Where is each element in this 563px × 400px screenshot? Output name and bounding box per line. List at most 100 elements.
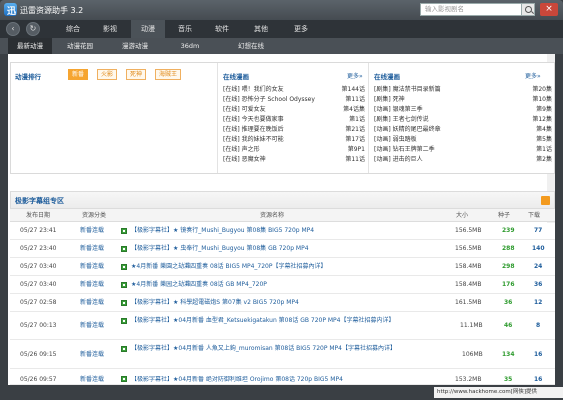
row-title[interactable]: 【极影字幕社】★ 虫奉行_Mushi_Bugyou 第08集 GB 720p M… [131, 245, 441, 253]
app-logo-icon: 迅 [4, 3, 17, 17]
list-item[interactable]: [动画] 银魂第三季 [374, 105, 514, 114]
download-icon[interactable] [121, 346, 127, 352]
download-icon[interactable] [121, 264, 127, 270]
list-item[interactable]: [动画] 妖精的尾巴最终章 [374, 125, 514, 134]
tag-bleach[interactable]: 死神 [126, 69, 147, 80]
list-item[interactable]: [动画] 弱虫踏板 [374, 135, 514, 144]
tab-mangaroam[interactable]: 漫游动漫 [110, 38, 160, 54]
rss-icon[interactable] [541, 196, 550, 205]
col-date[interactable]: 发布日期 [26, 209, 50, 222]
table-row[interactable]: 05/27 02:58 新番连载 【极影字幕社】★ 科學超電磁炮S 第07集 v… [10, 294, 555, 312]
row-size: 156.5MB [455, 245, 482, 252]
list-item[interactable]: [在线] 喂！我们的女友 [223, 85, 328, 94]
download-icon[interactable] [121, 300, 127, 306]
col-downloads[interactable]: 下载 [528, 209, 540, 222]
anime-rank-column: 动漫排行 新番 火影 死神 海贼王 [11, 63, 218, 173]
row-size: 156.5MB [455, 227, 482, 234]
status-bar: http://www.hackhome.com[网侠]提供 [0, 385, 563, 400]
row-title[interactable]: 【极影字幕社】★04月新番 血型君_Ketsuekigatakun 第08话 G… [131, 317, 446, 325]
row-category[interactable]: 新番连载 [80, 245, 104, 253]
row-downloads: 16 [534, 351, 543, 358]
row-title[interactable]: 【极影字幕社】★04月新番 人魚又上鉤_muromisan 第08话 BIG5 … [131, 345, 446, 353]
list-item-ep: 第21话 [345, 126, 365, 133]
search-icon[interactable] [521, 3, 535, 16]
tag-onepiece[interactable]: 海贼王 [155, 69, 182, 80]
row-title[interactable]: ★4月新番 樂園之劫灘四重奏 08话 BIG5 MP4_720P【字幕社招募內详… [131, 263, 441, 271]
col-seeds[interactable]: 种子 [498, 209, 510, 222]
row-category[interactable]: 新番连载 [80, 376, 104, 384]
table-row[interactable]: 05/27 03:40 新番连载 ★4月新番 樂園之劫灘四重奏 08话 BIG5… [10, 258, 555, 276]
col-size[interactable]: 大小 [456, 209, 468, 222]
row-downloads: 36 [534, 281, 543, 288]
nav-item-music[interactable]: 音乐 [168, 20, 202, 38]
list-item-ep: 第144话 [341, 86, 365, 93]
nav-item-software[interactable]: 软件 [205, 20, 239, 38]
list-item-ep: 第11话 [345, 96, 365, 103]
list-item[interactable]: [在线] 今天也要做家事 [223, 115, 328, 124]
table-row[interactable]: 05/27 23:40 新番连载 【极影字幕社】★ 虫奉行_Mushi_Bugy… [10, 240, 555, 258]
table-row[interactable]: 05/27 23:41 新番连载 【极影字幕社】★ 镜奏行_Mushi_Bugy… [10, 223, 555, 240]
list-item[interactable]: [剧集] 王者七剑传说 [374, 115, 514, 124]
list-item-ep: 第10集 [532, 96, 552, 103]
list-item[interactable]: [在线] 恐怖分子 School Odyssey [223, 95, 328, 104]
row-date: 05/27 03:40 [20, 281, 57, 288]
list-item-ep: 第4集 [536, 126, 552, 133]
back-icon[interactable]: ‹ [6, 22, 20, 36]
list-item[interactable]: [动画] 进击的巨人 [374, 155, 514, 164]
table-row[interactable]: 05/26 09:57 新番连载 【极影字幕社】★04月新番 绝对防御利维坦 O… [10, 369, 555, 385]
row-category[interactable]: 新番连载 [80, 322, 104, 330]
status-ad-text[interactable]: http://www.hackhome.com[网侠]提供 [434, 387, 563, 398]
download-icon[interactable] [121, 246, 127, 252]
row-category[interactable]: 新番连载 [80, 227, 104, 235]
row-date: 05/27 23:41 [20, 227, 57, 234]
list-item[interactable]: [剧集] 死神 [374, 95, 514, 104]
table-row[interactable]: 05/27 03:40 新番连载 ★4月新番 樂园之劫灘四重奏 08话 GB M… [10, 276, 555, 294]
row-category[interactable]: 新番连载 [80, 263, 104, 271]
row-seeds: 46 [504, 322, 513, 329]
download-icon[interactable] [121, 282, 127, 288]
col-title[interactable]: 资源名称 [260, 209, 284, 222]
list-item[interactable]: [动画] 钻石王牌第二季 [374, 145, 514, 154]
list-item[interactable]: [在线] 我的妹妹不可能 [223, 135, 328, 144]
row-category[interactable]: 新番连载 [80, 281, 104, 289]
download-icon[interactable] [121, 376, 127, 382]
online-manga-title: 在线漫画 [223, 73, 249, 81]
more-link[interactable]: 更多» [347, 71, 363, 80]
tab-fantasy[interactable]: 幻想在线 [226, 38, 276, 54]
list-item[interactable]: [在线] 可爱女友 [223, 105, 328, 114]
row-category[interactable]: 新番连载 [80, 299, 104, 307]
tag-naruto[interactable]: 火影 [97, 69, 118, 80]
nav-item-movies[interactable]: 影视 [93, 20, 127, 38]
nav-item-other[interactable]: 其他 [244, 20, 278, 38]
download-icon[interactable] [121, 228, 127, 234]
more-link[interactable]: 更多» [525, 71, 541, 80]
row-title[interactable]: 【极影字幕社】★ 镜奏行_Mushi_Bugyou 第08集 BIG5 720p… [131, 227, 441, 235]
list-item[interactable]: [在线] 声之形 [223, 145, 328, 154]
top-panel: 动漫排行 新番 火影 死神 海贼王 在线漫画 更多» [在线] 喂！我们的女友 … [10, 62, 555, 174]
list-item[interactable]: [在线] 恶魔女神 [223, 155, 328, 164]
list-item[interactable]: [剧集] 魔法禁书目录新篇 [374, 85, 514, 94]
table-row[interactable]: 05/26 09:15 新番连载 【极影字幕社】★04月新番 人魚又上鉤_mur… [10, 340, 555, 369]
download-icon[interactable] [121, 318, 127, 324]
row-date: 05/27 23:40 [20, 245, 57, 252]
search-input[interactable]: 输入影视剧名 [420, 3, 522, 16]
row-title[interactable]: 【极影字幕社】★ 科學超電磁炮S 第07集 v2 BIG5 720p MP4 [131, 299, 441, 307]
online-update-title: 在线漫画 [374, 73, 400, 81]
row-title[interactable]: ★4月新番 樂园之劫灘四重奏 08话 GB MP4_720P [131, 281, 441, 289]
row-title[interactable]: 【极影字幕社】★04月新番 绝对防御利维坦 Orojimo 第08话 720p … [131, 376, 446, 384]
nav-item-more[interactable]: 更多 [284, 20, 318, 38]
close-icon[interactable]: × [540, 3, 558, 16]
row-date: 05/27 02:58 [20, 299, 57, 306]
row-category[interactable]: 新番连载 [80, 351, 104, 359]
col-category[interactable]: 资源分类 [82, 209, 106, 222]
nav-item-all[interactable]: 综合 [56, 20, 90, 38]
tab-dmhy[interactable]: 动漫花园 [58, 38, 102, 54]
list-item[interactable]: [在线] 推理要在晚饭后 [223, 125, 328, 134]
table-row[interactable]: 05/27 00:13 新番连载 【极影字幕社】★04月新番 血型君_Ketsu… [10, 312, 555, 340]
nav-item-anime[interactable]: 动漫 [131, 20, 165, 38]
row-size: 158.4MB [455, 263, 482, 270]
tag-new[interactable]: 新番 [68, 69, 89, 80]
refresh-icon[interactable]: ↻ [26, 22, 40, 36]
tab-latest-anime[interactable]: 最新动漫 [8, 38, 52, 54]
tab-36dm[interactable]: 36dm [170, 38, 210, 54]
